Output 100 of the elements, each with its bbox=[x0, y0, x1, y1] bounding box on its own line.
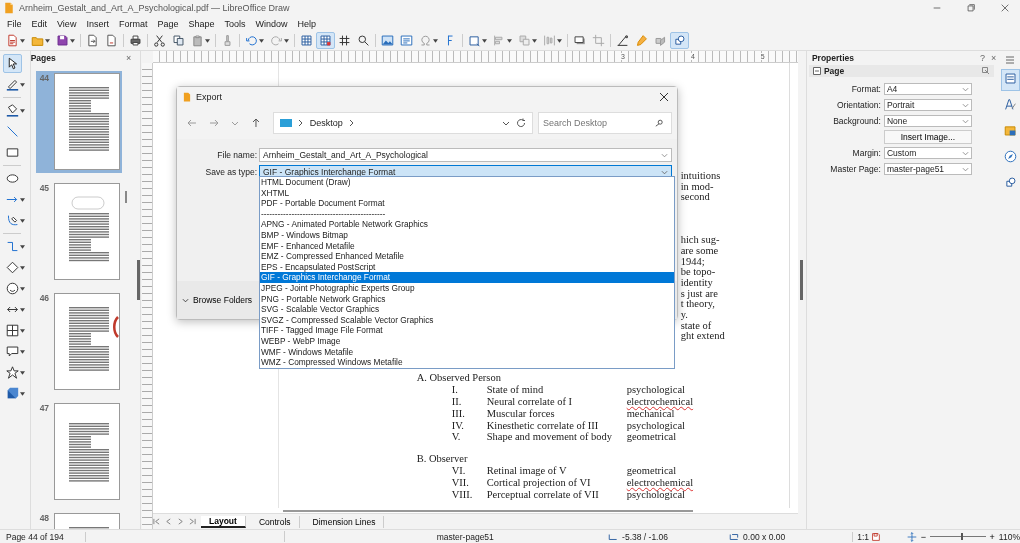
menu-item[interactable]: Insert bbox=[81, 18, 114, 29]
page-navigation-icon[interactable] bbox=[189, 518, 197, 525]
zoom-out-button[interactable]: − bbox=[920, 531, 927, 542]
more-options-icon[interactable] bbox=[982, 67, 991, 75]
menu-item[interactable]: Help bbox=[292, 18, 322, 29]
splitter-handle[interactable] bbox=[137, 260, 141, 300]
page-number: 47 bbox=[39, 403, 50, 415]
close-button[interactable]: × bbox=[123, 53, 134, 63]
layer-tab[interactable]: Controls bbox=[250, 515, 300, 528]
chevron-down-icon[interactable] bbox=[502, 119, 510, 127]
menu-item[interactable]: File bbox=[2, 18, 27, 29]
caret-icon bbox=[284, 38, 289, 43]
splitter-handle[interactable] bbox=[800, 260, 804, 300]
page-tile[interactable]: 45 bbox=[35, 181, 122, 283]
snap-to-grid-button[interactable] bbox=[316, 32, 335, 49]
page-navigation-icon[interactable] bbox=[153, 518, 161, 525]
roman-numeral: I. bbox=[450, 384, 459, 396]
address-bar[interactable]: Desktop bbox=[272, 112, 533, 134]
dropdown-option[interactable]: PNG - Portable Network Graphics bbox=[260, 293, 674, 305]
fit-page-icon[interactable] bbox=[906, 531, 917, 542]
chevron-down-icon bbox=[961, 166, 969, 172]
menu-item[interactable]: Format bbox=[113, 18, 153, 29]
dropdown-option[interactable]: SVGZ - Compressed Scalable Vector Graphics bbox=[260, 314, 674, 326]
zoom-in-button[interactable]: + bbox=[989, 531, 995, 542]
properties-tab[interactable] bbox=[1000, 69, 1020, 91]
dropdown-option[interactable]: BMP - Windows Bitmap bbox=[260, 229, 674, 241]
shapes-button[interactable] bbox=[670, 32, 689, 49]
dropdown-field[interactable]: None bbox=[883, 115, 972, 127]
dropdown-option[interactable]: SVG - Scalable Vector Graphics bbox=[260, 304, 674, 315]
dropdown-option[interactable]: GIF - Graphics Interchange Format bbox=[260, 272, 674, 283]
scissors-icon bbox=[153, 34, 166, 47]
close-button[interactable]: × bbox=[989, 53, 999, 63]
menu-item[interactable]: Edit bbox=[26, 18, 53, 29]
stars-tool[interactable] bbox=[3, 363, 28, 382]
text-line: s just are bbox=[680, 288, 719, 299]
scrollbar-thumb[interactable] bbox=[283, 510, 694, 512]
menu-item[interactable]: View bbox=[52, 18, 82, 29]
maximize-icon[interactable] bbox=[966, 3, 976, 13]
undo-icon bbox=[245, 34, 258, 47]
page-number: 48 bbox=[39, 513, 50, 525]
dropdown-option[interactable]: HTML Document (Draw) bbox=[260, 177, 674, 188]
up-arrow-icon[interactable] bbox=[250, 118, 261, 128]
chevron-right-icon bbox=[348, 119, 355, 127]
insert-image-button[interactable]: Insert Image... bbox=[883, 130, 972, 144]
chevron-down-icon bbox=[661, 152, 668, 158]
dropdown-option[interactable]: EMF - Enhanced Metafile bbox=[260, 240, 674, 252]
select-tool[interactable] bbox=[3, 54, 22, 73]
collapse-icon[interactable] bbox=[812, 67, 821, 75]
dropdown-option[interactable]: APNG - Animated Portable Network Graphics bbox=[260, 219, 674, 230]
dropdown-option[interactable]: TIFF - Tagged Image File Format bbox=[260, 325, 674, 336]
dropdown-field[interactable]: Portrait bbox=[883, 99, 972, 111]
dropdown-option[interactable]: XHTML bbox=[260, 187, 674, 199]
text-line: in mod- bbox=[680, 181, 715, 193]
close-icon[interactable] bbox=[659, 92, 669, 102]
scrollbar-thumb[interactable] bbox=[125, 191, 128, 203]
dropdown-field[interactable]: A4 bbox=[883, 83, 972, 95]
outline-heading: B. Observer bbox=[416, 453, 469, 466]
refresh-icon[interactable] bbox=[516, 118, 526, 128]
master-page-name: master-page51 bbox=[435, 531, 495, 542]
curve-icon bbox=[6, 214, 19, 227]
search-field[interactable]: Search Desktop bbox=[538, 112, 672, 134]
page-tile[interactable]: 47 bbox=[35, 401, 122, 503]
help-button[interactable]: ? bbox=[978, 53, 987, 63]
dropdown-option[interactable]: JPEG - Joint Photographic Experts Group bbox=[260, 282, 674, 294]
dropdown-option[interactable]: WMF - Windows Metafile bbox=[260, 346, 674, 358]
menu-item[interactable]: Page bbox=[152, 18, 184, 29]
caret-icon bbox=[45, 38, 50, 43]
dropdown-field[interactable]: master-page51 bbox=[883, 163, 972, 175]
panel-icon bbox=[1003, 72, 1017, 85]
dropdown-field[interactable]: Custom bbox=[883, 147, 972, 159]
layer-tab[interactable]: Layout bbox=[201, 515, 246, 528]
dropdown-option[interactable]: EPS - Encapsulated PostScript bbox=[260, 261, 674, 273]
forward-arrow-icon[interactable] bbox=[208, 118, 219, 128]
outline-type: mechanical bbox=[626, 407, 675, 420]
browse-folders-button[interactable]: Browse Folders bbox=[182, 295, 253, 305]
menu-item[interactable]: Window bbox=[250, 18, 293, 29]
caret-icon bbox=[20, 82, 25, 87]
roman-numeral: II. bbox=[450, 395, 463, 408]
redo-icon bbox=[270, 34, 283, 47]
menu-item[interactable]: Tools bbox=[219, 18, 251, 29]
dropdown-option[interactable]: EMZ - Compressed Enhanced Metafile bbox=[260, 251, 674, 262]
dropdown-option[interactable]: --------------------------------------------- bbox=[260, 208, 674, 220]
caret-icon bbox=[532, 38, 537, 43]
app-logo-icon bbox=[3, 2, 15, 14]
field-label: File name: bbox=[216, 150, 257, 160]
page-tile[interactable]: 46 bbox=[35, 291, 122, 393]
panel-title: Properties bbox=[811, 53, 854, 63]
caret-icon bbox=[20, 244, 25, 249]
slider-thumb[interactable] bbox=[960, 533, 963, 540]
page-tile[interactable]: 48 bbox=[35, 511, 122, 529]
desktop-icon bbox=[279, 117, 292, 129]
dropdown-option[interactable]: WMZ - Compressed Windows Metafile bbox=[260, 357, 674, 368]
dropdown-option[interactable]: PDF - Portable Document Format bbox=[260, 198, 674, 209]
layer-tab[interactable]: Dimension Lines bbox=[304, 515, 385, 528]
dropdown-option[interactable]: WEBP - WebP Image bbox=[260, 335, 674, 347]
file-name-field[interactable]: Arnheim_Gestalt_and_Art_A_Psychological bbox=[259, 148, 672, 162]
back-arrow-icon[interactable] bbox=[187, 118, 197, 128]
menu-item[interactable]: Shape bbox=[183, 18, 220, 29]
text-line: ght extend bbox=[680, 331, 726, 343]
caret-icon bbox=[70, 38, 75, 43]
